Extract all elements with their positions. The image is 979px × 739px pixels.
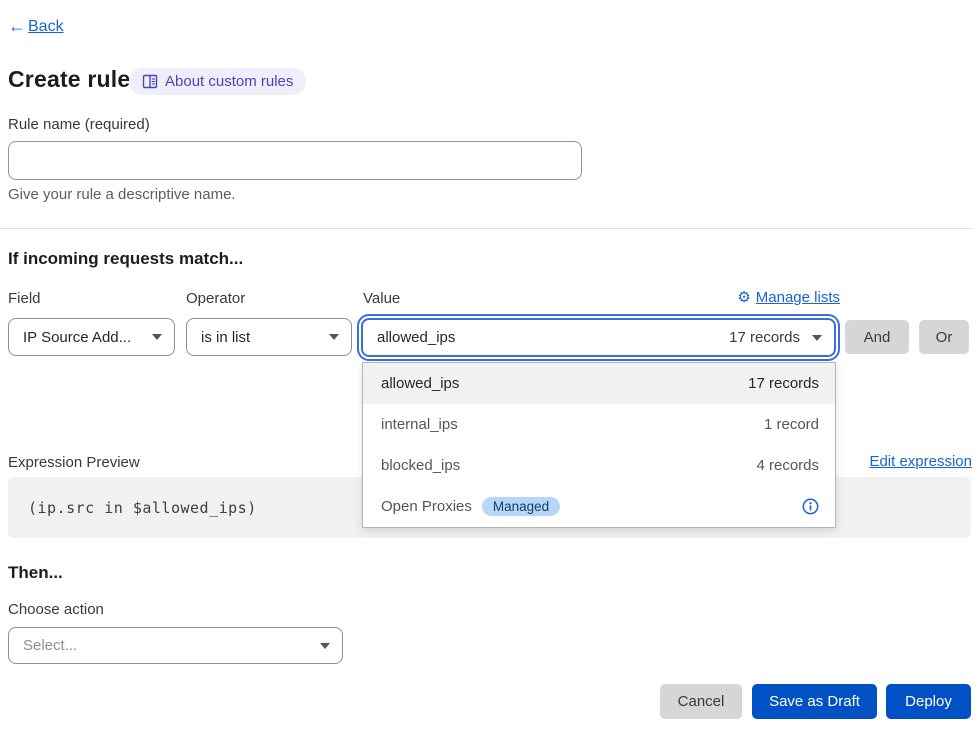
list-item-count: 1 record	[764, 416, 819, 433]
rule-name-input[interactable]	[8, 141, 582, 180]
value-dropdown-panel: allowed_ips 17 records internal_ips 1 re…	[362, 362, 836, 528]
list-item-name: allowed_ips	[381, 375, 748, 392]
create-rule-page: ← Back Create rule About custom rules Ru…	[0, 0, 979, 739]
list-item-open-proxies[interactable]: Open Proxies Managed	[363, 486, 835, 527]
action-select-placeholder: Select...	[23, 637, 312, 654]
field-select-value: IP Source Add...	[23, 329, 144, 346]
gear-icon: ⚙	[737, 290, 750, 305]
back-link[interactable]: ← Back	[8, 16, 64, 37]
chevron-down-icon	[812, 335, 822, 341]
value-label: Value	[363, 290, 400, 307]
info-icon[interactable]	[802, 498, 819, 515]
rule-name-helper: Give your rule a descriptive name.	[8, 186, 236, 203]
then-section-heading: Then...	[8, 563, 63, 583]
manage-lists-link[interactable]: ⚙ Manage lists	[737, 289, 840, 306]
save-as-draft-button[interactable]: Save as Draft	[752, 684, 877, 719]
chevron-down-icon	[329, 334, 339, 340]
back-link-label: Back	[28, 18, 64, 36]
operator-select-value: is in list	[201, 329, 321, 346]
field-select[interactable]: IP Source Add...	[8, 318, 175, 356]
chevron-down-icon	[320, 643, 330, 649]
value-select[interactable]: allowed_ips 17 records	[361, 318, 836, 357]
edit-expression-link[interactable]: Edit expression	[869, 453, 972, 470]
match-section-heading: If incoming requests match...	[8, 249, 243, 269]
about-custom-rules-label: About custom rules	[165, 73, 293, 90]
cancel-button[interactable]: Cancel	[660, 684, 742, 719]
manage-lists-label: Manage lists	[756, 289, 840, 306]
or-button[interactable]: Or	[919, 320, 969, 354]
list-item-count: 4 records	[756, 457, 819, 474]
list-item-name: Open Proxies	[381, 498, 472, 515]
operator-select[interactable]: is in list	[186, 318, 352, 356]
section-divider	[0, 228, 971, 229]
list-item-name: internal_ips	[381, 416, 764, 433]
operator-label: Operator	[186, 290, 245, 307]
expression-preview-label: Expression Preview	[8, 454, 140, 471]
chevron-down-icon	[152, 334, 162, 340]
list-item-internal-ips[interactable]: internal_ips 1 record	[363, 404, 835, 445]
list-item-name: blocked_ips	[381, 457, 756, 474]
field-label: Field	[8, 290, 41, 307]
managed-badge: Managed	[482, 497, 560, 516]
action-select[interactable]: Select...	[8, 627, 343, 664]
page-title: Create rule	[8, 66, 130, 93]
list-item-blocked-ips[interactable]: blocked_ips 4 records	[363, 445, 835, 486]
expression-code: (ip.src in $allowed_ips)	[28, 499, 257, 517]
and-button[interactable]: And	[845, 320, 909, 354]
value-select-name: allowed_ips	[377, 329, 729, 346]
list-item-allowed-ips[interactable]: allowed_ips 17 records	[363, 363, 835, 404]
deploy-button[interactable]: Deploy	[886, 684, 971, 719]
rule-name-label: Rule name (required)	[8, 116, 150, 133]
choose-action-label: Choose action	[8, 601, 104, 618]
book-icon	[142, 74, 158, 89]
list-item-count: 17 records	[748, 375, 819, 392]
back-arrow-icon: ←	[8, 16, 26, 37]
about-custom-rules-link[interactable]: About custom rules	[129, 68, 306, 95]
value-select-count: 17 records	[729, 329, 800, 346]
